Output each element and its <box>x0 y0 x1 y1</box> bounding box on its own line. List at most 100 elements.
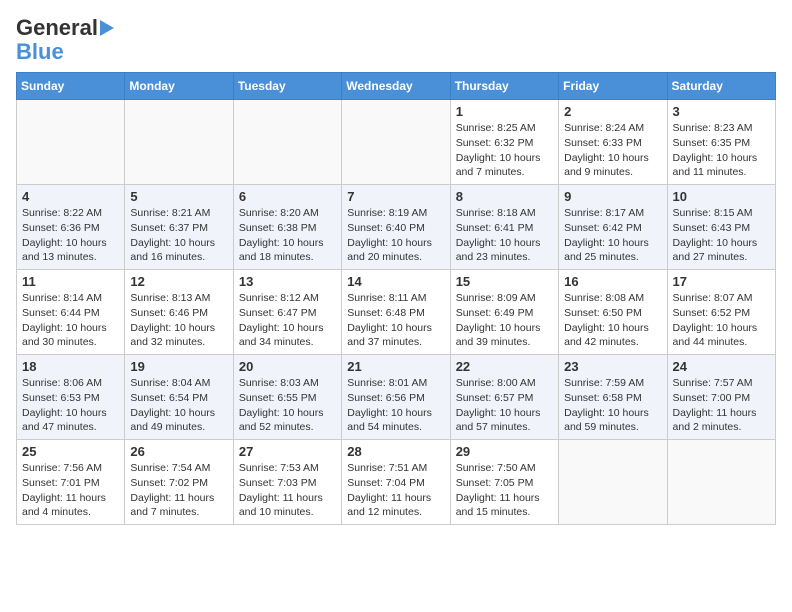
day-info: Sunrise: 8:01 AMSunset: 6:56 PMDaylight:… <box>347 376 444 435</box>
weekday-header-thursday: Thursday <box>450 73 558 100</box>
calendar-cell: 21Sunrise: 8:01 AMSunset: 6:56 PMDayligh… <box>342 355 450 440</box>
day-number: 19 <box>130 359 227 374</box>
weekday-header-row: SundayMondayTuesdayWednesdayThursdayFrid… <box>17 73 776 100</box>
calendar-cell: 5Sunrise: 8:21 AMSunset: 6:37 PMDaylight… <box>125 185 233 270</box>
day-info: Sunrise: 8:15 AMSunset: 6:43 PMDaylight:… <box>673 206 770 265</box>
logo-text-general: General <box>16 16 98 40</box>
calendar-cell: 16 Sunrise: 8:08 AMSunset: 6:50 PMDayligh… <box>559 270 667 355</box>
weekday-header-saturday: Saturday <box>667 73 775 100</box>
day-number: 22 <box>456 359 553 374</box>
logo-arrow-icon <box>100 20 114 36</box>
weekday-header-monday: Monday <box>125 73 233 100</box>
day-number: 17 <box>673 274 770 289</box>
day-info: Sunrise: 8:20 AMSunset: 6:38 PMDaylight:… <box>239 206 336 265</box>
calendar-cell: 24 Sunrise: 7:57 AMSunset: 7:00 PMDayligh… <box>667 355 775 440</box>
day-info: Sunrise: 8:23 AMSunset: 6:35 PMDaylight:… <box>673 121 770 180</box>
calendar-cell: 6 Sunrise: 8:20 AMSunset: 6:38 PMDaylight… <box>233 185 341 270</box>
calendar-cell: 10 Sunrise: 8:15 AMSunset: 6:43 PMDayligh… <box>667 185 775 270</box>
day-info: Sunrise: 8:24 AMSunset: 6:33 PMDaylight:… <box>564 121 661 180</box>
calendar-cell: 8 Sunrise: 8:18 AMSunset: 6:41 PMDaylight… <box>450 185 558 270</box>
calendar-cell: 17 Sunrise: 8:07 AMSunset: 6:52 PMDayligh… <box>667 270 775 355</box>
calendar-cell: 25 Sunrise: 7:56 AMSunset: 7:01 PMDayligh… <box>17 440 125 525</box>
day-number: 28 <box>347 444 444 459</box>
day-number: 13 <box>239 274 336 289</box>
calendar-cell: 29 Sunrise: 7:50 AMSunset: 7:05 PMDayligh… <box>450 440 558 525</box>
day-number: 16 <box>564 274 661 289</box>
calendar-week-row: 1 Sunrise: 8:25 AMSunset: 6:32 PMDaylight… <box>17 100 776 185</box>
day-info: Sunrise: 7:59 AMSunset: 6:58 PMDaylight:… <box>564 376 661 435</box>
day-number: 3 <box>673 104 770 119</box>
logo: General Blue <box>16 16 114 64</box>
logo-text-blue: Blue <box>16 40 64 64</box>
day-number: 12 <box>130 274 227 289</box>
day-number: 6 <box>239 189 336 204</box>
day-number: 10 <box>673 189 770 204</box>
day-info: Sunrise: 8:00 AMSunset: 6:57 PMDaylight:… <box>456 376 553 435</box>
calendar-cell: 19 Sunrise: 8:04 AMSunset: 6:54 PMDayligh… <box>125 355 233 440</box>
day-number: 1 <box>456 104 553 119</box>
day-info: Sunrise: 8:09 AMSunset: 6:49 PMDaylight:… <box>456 291 553 350</box>
day-info: Sunrise: 8:04 AMSunset: 6:54 PMDaylight:… <box>130 376 227 435</box>
day-number: 20 <box>239 359 336 374</box>
calendar-cell <box>17 100 125 185</box>
day-info: Sunrise: 7:56 AMSunset: 7:01 PMDaylight:… <box>22 461 119 520</box>
day-number: 2 <box>564 104 661 119</box>
day-number: 24 <box>673 359 770 374</box>
day-info: Sunrise: 8:18 AMSunset: 6:41 PMDaylight:… <box>456 206 553 265</box>
calendar-cell: 3 Sunrise: 8:23 AMSunset: 6:35 PMDaylight… <box>667 100 775 185</box>
calendar-cell: 12Sunrise: 8:13 AMSunset: 6:46 PMDayligh… <box>125 270 233 355</box>
day-number: 9 <box>564 189 661 204</box>
day-number: 27 <box>239 444 336 459</box>
calendar-week-row: 18Sunrise: 8:06 AMSunset: 6:53 PMDayligh… <box>17 355 776 440</box>
calendar-cell <box>559 440 667 525</box>
day-info: Sunrise: 8:14 AMSunset: 6:44 PMDaylight:… <box>22 291 119 350</box>
calendar-cell: 26 Sunrise: 7:54 AMSunset: 7:02 PMDayligh… <box>125 440 233 525</box>
day-number: 4 <box>22 189 119 204</box>
calendar-cell: 14 Sunrise: 8:11 AMSunset: 6:48 PMDayligh… <box>342 270 450 355</box>
day-info: Sunrise: 7:57 AMSunset: 7:00 PMDaylight:… <box>673 376 770 435</box>
day-number: 26 <box>130 444 227 459</box>
calendar-cell: 23Sunrise: 7:59 AMSunset: 6:58 PMDayligh… <box>559 355 667 440</box>
calendar-cell: 1 Sunrise: 8:25 AMSunset: 6:32 PMDaylight… <box>450 100 558 185</box>
day-info: Sunrise: 8:12 AMSunset: 6:47 PMDaylight:… <box>239 291 336 350</box>
calendar-cell: 28 Sunrise: 7:51 AMSunset: 7:04 PMDayligh… <box>342 440 450 525</box>
calendar-cell <box>233 100 341 185</box>
day-info: Sunrise: 8:19 AMSunset: 6:40 PMDaylight:… <box>347 206 444 265</box>
day-number: 25 <box>22 444 119 459</box>
weekday-header-sunday: Sunday <box>17 73 125 100</box>
day-info: Sunrise: 7:51 AMSunset: 7:04 PMDaylight:… <box>347 461 444 520</box>
day-number: 14 <box>347 274 444 289</box>
day-info: Sunrise: 7:54 AMSunset: 7:02 PMDaylight:… <box>130 461 227 520</box>
calendar-cell: 27 Sunrise: 7:53 AMSunset: 7:03 PMDayligh… <box>233 440 341 525</box>
calendar-week-row: 11 Sunrise: 8:14 AMSunset: 6:44 PMDayligh… <box>17 270 776 355</box>
weekday-header-friday: Friday <box>559 73 667 100</box>
calendar-cell: 18Sunrise: 8:06 AMSunset: 6:53 PMDayligh… <box>17 355 125 440</box>
day-number: 15 <box>456 274 553 289</box>
calendar-cell: 22 Sunrise: 8:00 AMSunset: 6:57 PMDayligh… <box>450 355 558 440</box>
calendar-week-row: 25 Sunrise: 7:56 AMSunset: 7:01 PMDayligh… <box>17 440 776 525</box>
day-info: Sunrise: 7:53 AMSunset: 7:03 PMDaylight:… <box>239 461 336 520</box>
day-info: Sunrise: 7:50 AMSunset: 7:05 PMDaylight:… <box>456 461 553 520</box>
calendar-cell: 15 Sunrise: 8:09 AMSunset: 6:49 PMDayligh… <box>450 270 558 355</box>
weekday-header-tuesday: Tuesday <box>233 73 341 100</box>
day-info: Sunrise: 8:11 AMSunset: 6:48 PMDaylight:… <box>347 291 444 350</box>
calendar-cell: 11 Sunrise: 8:14 AMSunset: 6:44 PMDayligh… <box>17 270 125 355</box>
calendar-table: SundayMondayTuesdayWednesdayThursdayFrid… <box>16 72 776 525</box>
day-info: Sunrise: 8:07 AMSunset: 6:52 PMDaylight:… <box>673 291 770 350</box>
day-number: 8 <box>456 189 553 204</box>
day-info: Sunrise: 8:17 AMSunset: 6:42 PMDaylight:… <box>564 206 661 265</box>
calendar-body: 1 Sunrise: 8:25 AMSunset: 6:32 PMDaylight… <box>17 100 776 525</box>
day-info: Sunrise: 8:08 AMSunset: 6:50 PMDaylight:… <box>564 291 661 350</box>
day-info: Sunrise: 8:25 AMSunset: 6:32 PMDaylight:… <box>456 121 553 180</box>
day-number: 11 <box>22 274 119 289</box>
weekday-header-wednesday: Wednesday <box>342 73 450 100</box>
day-info: Sunrise: 8:22 AMSunset: 6:36 PMDaylight:… <box>22 206 119 265</box>
day-number: 29 <box>456 444 553 459</box>
calendar-cell <box>667 440 775 525</box>
calendar-week-row: 4 Sunrise: 8:22 AMSunset: 6:36 PMDaylight… <box>17 185 776 270</box>
calendar-cell <box>342 100 450 185</box>
calendar-cell <box>125 100 233 185</box>
day-info: Sunrise: 8:21 AMSunset: 6:37 PMDaylight:… <box>130 206 227 265</box>
calendar-cell: 4 Sunrise: 8:22 AMSunset: 6:36 PMDaylight… <box>17 185 125 270</box>
calendar-cell: 9 Sunrise: 8:17 AMSunset: 6:42 PMDaylight… <box>559 185 667 270</box>
